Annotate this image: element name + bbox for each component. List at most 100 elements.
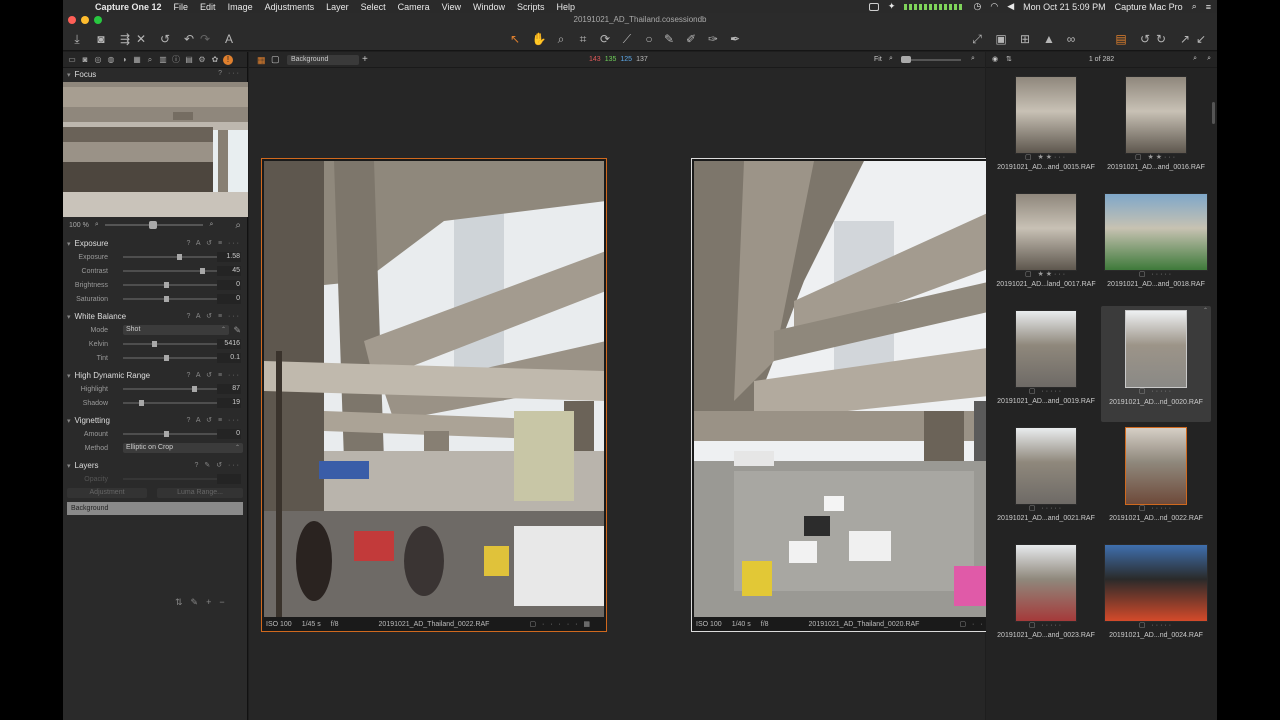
collapse-caret-icon[interactable]: ▾ [67,71,71,79]
volume-icon[interactable]: ◀ [1007,1,1014,12]
exposure-row-value[interactable]: 0 [217,280,241,290]
menu-window[interactable]: Window [473,2,505,12]
zoom-tool-icon[interactable]: ⌕ [553,31,569,47]
thumbnail[interactable]: ▢ ····· 20191021_AD...and_0021.RAF [991,423,1101,539]
layer-select[interactable]: Background [287,55,359,65]
slider-knob[interactable] [901,56,911,63]
luma-range-button[interactable]: Luma Range... [157,488,243,498]
tool-actions-icon[interactable]: ? ✎ ↺ ··· [195,461,241,469]
slider-knob[interactable] [192,386,198,392]
thumbnail-rating[interactable]: ▢ ····· [1101,621,1211,629]
zoom-out-icon[interactable]: ⌕ [889,55,893,63]
spot-tool-icon[interactable]: ○ [641,31,657,47]
kelvin-slider[interactable] [123,341,217,347]
grid-icon[interactable]: ⊞ [1017,31,1033,47]
capture-icon[interactable]: ◙ [93,31,109,47]
thumbnail[interactable]: ▢ ····· 20191021_AD...and_0023.RAF [991,540,1101,656]
output-tab-icon[interactable]: ▤ [184,55,194,65]
add-layer-icon[interactable]: + [362,54,368,65]
picker-tool-icon[interactable]: ✐ [683,31,699,47]
menu-help[interactable]: Help [557,2,576,12]
screen-icon[interactable] [868,2,879,11]
details-tab-icon[interactable]: ▦ [132,55,142,65]
search-icon[interactable]: ⌕ [1193,55,1197,63]
annotate-tool-icon[interactable]: ✒ [727,31,743,47]
thumbnail-stars[interactable]: ★★··· [1038,154,1068,161]
exposure-row-value[interactable]: 0 [217,294,241,304]
white-balance-header[interactable]: ▾ White Balance ? A ↺ ≡ ··· [63,310,247,323]
adjustments-tab-icon[interactable]: ▥ [158,55,168,65]
menubar-clock[interactable]: Mon Oct 21 5:09 PM [1023,2,1106,12]
exposure-warning-icon[interactable]: ▲ [1041,31,1057,47]
photo-rating[interactable]: ▢ · · · · · ▦ [529,620,592,628]
method-select[interactable]: Elliptic on Crop [123,443,243,453]
collapse-caret-icon[interactable]: ▾ [67,313,71,321]
import-icon[interactable]: ⤓ [69,31,85,47]
wifi-icon[interactable]: ◠ [990,1,998,12]
thumbnail-rating[interactable]: ▢ ····· [991,621,1101,629]
slider-knob[interactable] [163,296,169,302]
focus-tool-options-icon[interactable]: ? ··· [218,70,241,77]
notifications-icon[interactable]: ≡ [1206,2,1211,12]
thumbnail-stars[interactable]: ····· [1151,388,1173,395]
thumbnail-rating[interactable]: ▢ ····· [1101,387,1211,397]
tool-actions-icon[interactable]: ? A ↺ ≡ ··· [186,239,241,247]
thumbnail[interactable]: ▢ ····· 20191021_AD...nd_0022.RAF [1101,423,1211,539]
menu-app-name[interactable]: Capture One 12 [95,2,162,12]
copy-tool-icon[interactable]: ✑ [705,31,721,47]
highlight-value[interactable]: 87 [217,384,241,394]
wb-mode-select[interactable]: Shot [123,325,229,335]
thumbnail[interactable]: ▢ ★★··· 20191021_AD...and_0016.RAF [1101,72,1211,188]
thumbnail-rating[interactable]: ▢ ····· [991,387,1101,395]
grid-view-icon[interactable]: ▦ [257,55,266,66]
collapse-caret-icon[interactable]: ▾ [67,240,71,248]
stack-icon[interactable]: ▤ [1113,31,1129,47]
undo-icon[interactable]: ↶ [181,31,197,47]
thumbnail-rating[interactable]: ▢ ★★··· [991,270,1101,278]
thumbnail-rating[interactable]: ▢ ····· [1101,504,1211,512]
crop-tool-icon[interactable]: ⌗ [575,31,591,47]
slider-knob[interactable] [151,341,157,347]
copy-adjustments-icon[interactable]: ↗ [1177,31,1193,47]
thumbnail[interactable]: ▢ ★★··· 20191021_AD...and_0015.RAF [991,72,1101,188]
apply-adjustments-icon[interactable]: ↙ [1193,31,1209,47]
adjustment-select[interactable]: Adjustment [67,488,148,498]
pan-tool-icon[interactable]: ✋ [531,31,547,47]
proof-icon[interactable]: ▣ [993,31,1009,47]
delete-icon[interactable]: ✕ [133,31,149,47]
hdr-header[interactable]: ▾ High Dynamic Range ? A ↺ ≡ ··· [63,369,247,382]
browser-scrollbar[interactable] [1212,102,1215,124]
local-adj-tab-icon[interactable]: ⌕ [145,55,155,65]
shadow-slider[interactable] [123,400,217,406]
exposure-row-value[interactable]: 1.58 [217,252,241,262]
exposure-tab-icon[interactable]: ◑ [119,55,129,65]
redo-icon[interactable]: ↷ [197,31,213,47]
thumbnail-rating[interactable]: ▢ ★★··· [1101,153,1211,161]
keystone-tool-icon[interactable]: ⟋ [619,31,635,47]
menu-file[interactable]: File [174,2,189,12]
tool-actions-icon[interactable]: ? A ↺ ≡ ··· [186,312,241,320]
menu-image[interactable]: Image [228,2,253,12]
viewer-zoom-slider[interactable] [901,56,961,63]
exposure-row-value[interactable]: 45 [217,266,241,276]
layer-actions-icon[interactable]: ⇅✎+− [175,597,233,608]
rotate-tool-icon[interactable]: ⟳ [597,31,613,47]
text-tool-icon[interactable]: A [221,31,237,47]
slider-knob[interactable] [139,400,145,406]
fit-label[interactable]: Fit [874,56,882,63]
exposure-row-slider[interactable] [123,282,217,288]
kelvin-value[interactable]: 5416 [217,339,241,349]
compare-icon[interactable]: ∞ [1063,31,1079,47]
library-tab-icon[interactable]: ▭ [67,55,77,65]
thumbnail-stars[interactable]: ····· [1041,622,1063,629]
color-tab-icon[interactable]: ◍ [106,55,116,65]
zoom-in-icon[interactable]: ⌕ [971,55,975,63]
brush-tool-icon[interactable]: ✎ [661,31,677,47]
slider-knob[interactable] [163,282,169,288]
collapse-caret-icon[interactable]: ▾ [67,372,71,380]
amount-value[interactable]: 0 [217,429,241,439]
menu-edit[interactable]: Edit [200,2,216,12]
thumbnail-stars[interactable]: ★★··· [1148,154,1178,161]
rotate-left-icon[interactable]: ↺ [1137,31,1153,47]
thumbnail-stars[interactable]: ····· [1151,505,1173,512]
